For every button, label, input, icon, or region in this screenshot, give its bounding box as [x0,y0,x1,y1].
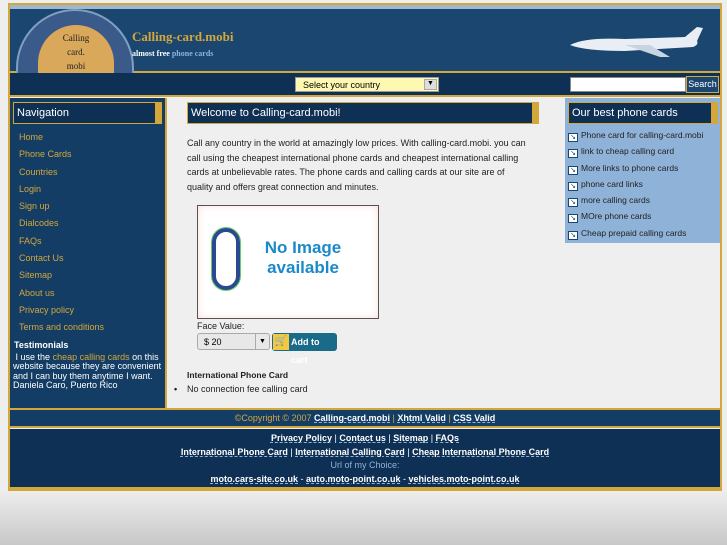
page-title: Welcome to Calling-card.mobi! [187,102,539,124]
arrow-icon: ↘ [568,133,578,142]
feature-text: No connection fee calling card [187,384,308,394]
footer-contact-link[interactable]: Contact us [339,433,386,443]
arrow-icon: ↘ [568,165,578,175]
best-card-label: more calling cards [581,195,650,206]
country-select[interactable]: Select your country ▼ [295,77,439,92]
cart-icon: 🛒 [273,334,289,350]
best-card-link[interactable]: ↘ MOre phone cards [565,208,720,224]
add-to-cart-label: Add to cart [291,337,320,365]
best-card-link[interactable]: ↘ More links to phone cards [565,160,720,176]
best-cards-title: Our best phone cards [568,102,718,124]
footer: Privacy Policy | Contact us | Sitemap | … [10,429,720,489]
navigation-title: Navigation [13,102,162,124]
best-card-label: More links to phone cards [581,162,679,173]
arrow-icon: ↘ [568,149,578,159]
chevron-down-icon: ▼ [424,79,437,90]
footer-url-link[interactable]: auto.moto-point.co.uk [306,474,401,484]
copyright-bar: ©Copyright © 2007 Calling-card.mobi | Xh… [10,408,720,428]
left-sidebar: Navigation Home Phone Cards Countries Lo… [10,98,167,408]
best-card-label: phone card links [581,178,643,189]
tagline: almost free phone cards [132,49,213,58]
footer-faqs-link[interactable]: FAQs [436,433,460,443]
logo-line: Calling [62,33,90,43]
nav-sign-up[interactable]: Sign up [10,198,165,215]
nav-phone-cards[interactable]: Phone Cards [10,146,165,163]
nav-sitemap[interactable]: Sitemap [10,267,165,284]
add-to-cart-button[interactable]: 🛒 Add to cart [272,333,337,365]
testimonial-author: Daniela Caro, Puerto Rico [13,380,118,391]
face-value-select[interactable]: $ 20 ▼ [197,333,270,350]
tagline-a: almost free [132,49,170,58]
nav-about[interactable]: About us [10,285,165,302]
testimonials-title: Testimonials [14,339,69,350]
footer-link[interactable]: International Phone Card [181,447,288,457]
nav-privacy[interactable]: Privacy policy [10,302,165,319]
country-select-value: Select your country [303,80,381,90]
header: Calling card. mobi Calling-card.mobi alm… [10,5,720,75]
product-title: International Phone Card [187,370,289,380]
arrow-icon: ↘ [568,181,578,191]
testimonial-link[interactable]: cheap calling cards [53,352,130,362]
site-title: Calling-card.mobi [132,29,234,44]
arrow-icon: ↘ [568,214,578,224]
nav-bar: Select your country ▼ Search [10,73,720,97]
best-card-label: link to cheap calling card [581,146,675,157]
css-valid-link[interactable]: CSS Valid [453,413,495,423]
best-card-label: Phone card for calling-card.mobi [581,130,704,140]
main-content: Welcome to Calling-card.mobi! Call any c… [168,98,564,408]
footer-privacy-link[interactable]: Privacy Policy [271,433,332,443]
no-image-text: No Image [264,238,342,257]
best-card-link[interactable]: ↘ Phone card for calling-card.mobi [565,127,720,143]
tagline-b: phone cards [171,49,214,58]
search-button[interactable]: Search [686,76,719,93]
best-card-label: MOre phone cards [581,211,652,222]
logo-line: card. [67,47,85,57]
feature-item: • No connection fee calling card [174,384,308,394]
best-card-link[interactable]: ↘ link to cheap calling card [565,143,720,159]
paperclip-icon [212,228,240,290]
copyright-text: ©Copyright © 2007 [234,413,312,423]
best-card-link[interactable]: ↘ Cheap prepaid calling cards [565,225,720,241]
logo[interactable]: Calling card. mobi [16,9,134,75]
airplane-icon [570,27,703,57]
face-value-label: Face Value: [197,321,245,331]
right-sidebar: Our best phone cards ↘ Phone card for cal… [565,98,720,243]
nav-countries[interactable]: Countries [10,164,165,181]
product-image: No Image available [197,205,379,319]
url-label: Url of my Choice: [330,460,400,470]
footer-sitemap-link[interactable]: Sitemap [393,433,428,443]
best-cards-list: ↘ Phone card for calling-card.mobi ↘ link … [565,124,720,241]
nav-faqs[interactable]: FAQs [10,233,165,250]
logo-line: mobi [66,61,86,71]
face-value: $ 20 [204,337,222,347]
best-card-label: Cheap prepaid calling cards [581,227,687,238]
footer-link[interactable]: Cheap International Phone Card [412,447,549,457]
nav-contact[interactable]: Contact Us [10,250,165,267]
intro-text: Call any country in the world at amazing… [187,138,526,192]
nav-home[interactable]: Home [10,129,165,146]
nav-dialcodes[interactable]: Dialcodes [10,215,165,232]
testimonial-pre: I use the [15,351,51,362]
arrow-icon: ↘ [568,198,578,208]
footer-url-link[interactable]: moto.cars-site.co.uk [210,474,298,484]
best-card-link[interactable]: ↘ phone card links [565,176,720,192]
search-input[interactable] [570,77,686,92]
navigation-menu: Home Phone Cards Countries Login Sign up… [10,124,165,337]
page-frame: Calling card. mobi Calling-card.mobi alm… [8,3,722,491]
footer-url-link[interactable]: vehicles.moto-point.co.uk [409,474,520,484]
testimonial-text: I use the cheap calling cards on this we… [10,351,165,391]
best-card-link[interactable]: ↘ more calling cards [565,192,720,208]
site-link[interactable]: Calling-card.mobi [314,413,390,423]
no-image-text: available [267,258,339,277]
footer-link[interactable]: International Calling Card [295,447,405,457]
nav-login[interactable]: Login [10,181,165,198]
arrow-icon: ↘ [568,230,578,240]
xhtml-valid-link[interactable]: Xhtml Valid [397,413,446,423]
chevron-down-icon: ▼ [255,334,269,349]
nav-terms[interactable]: Terms and conditions [10,319,165,336]
